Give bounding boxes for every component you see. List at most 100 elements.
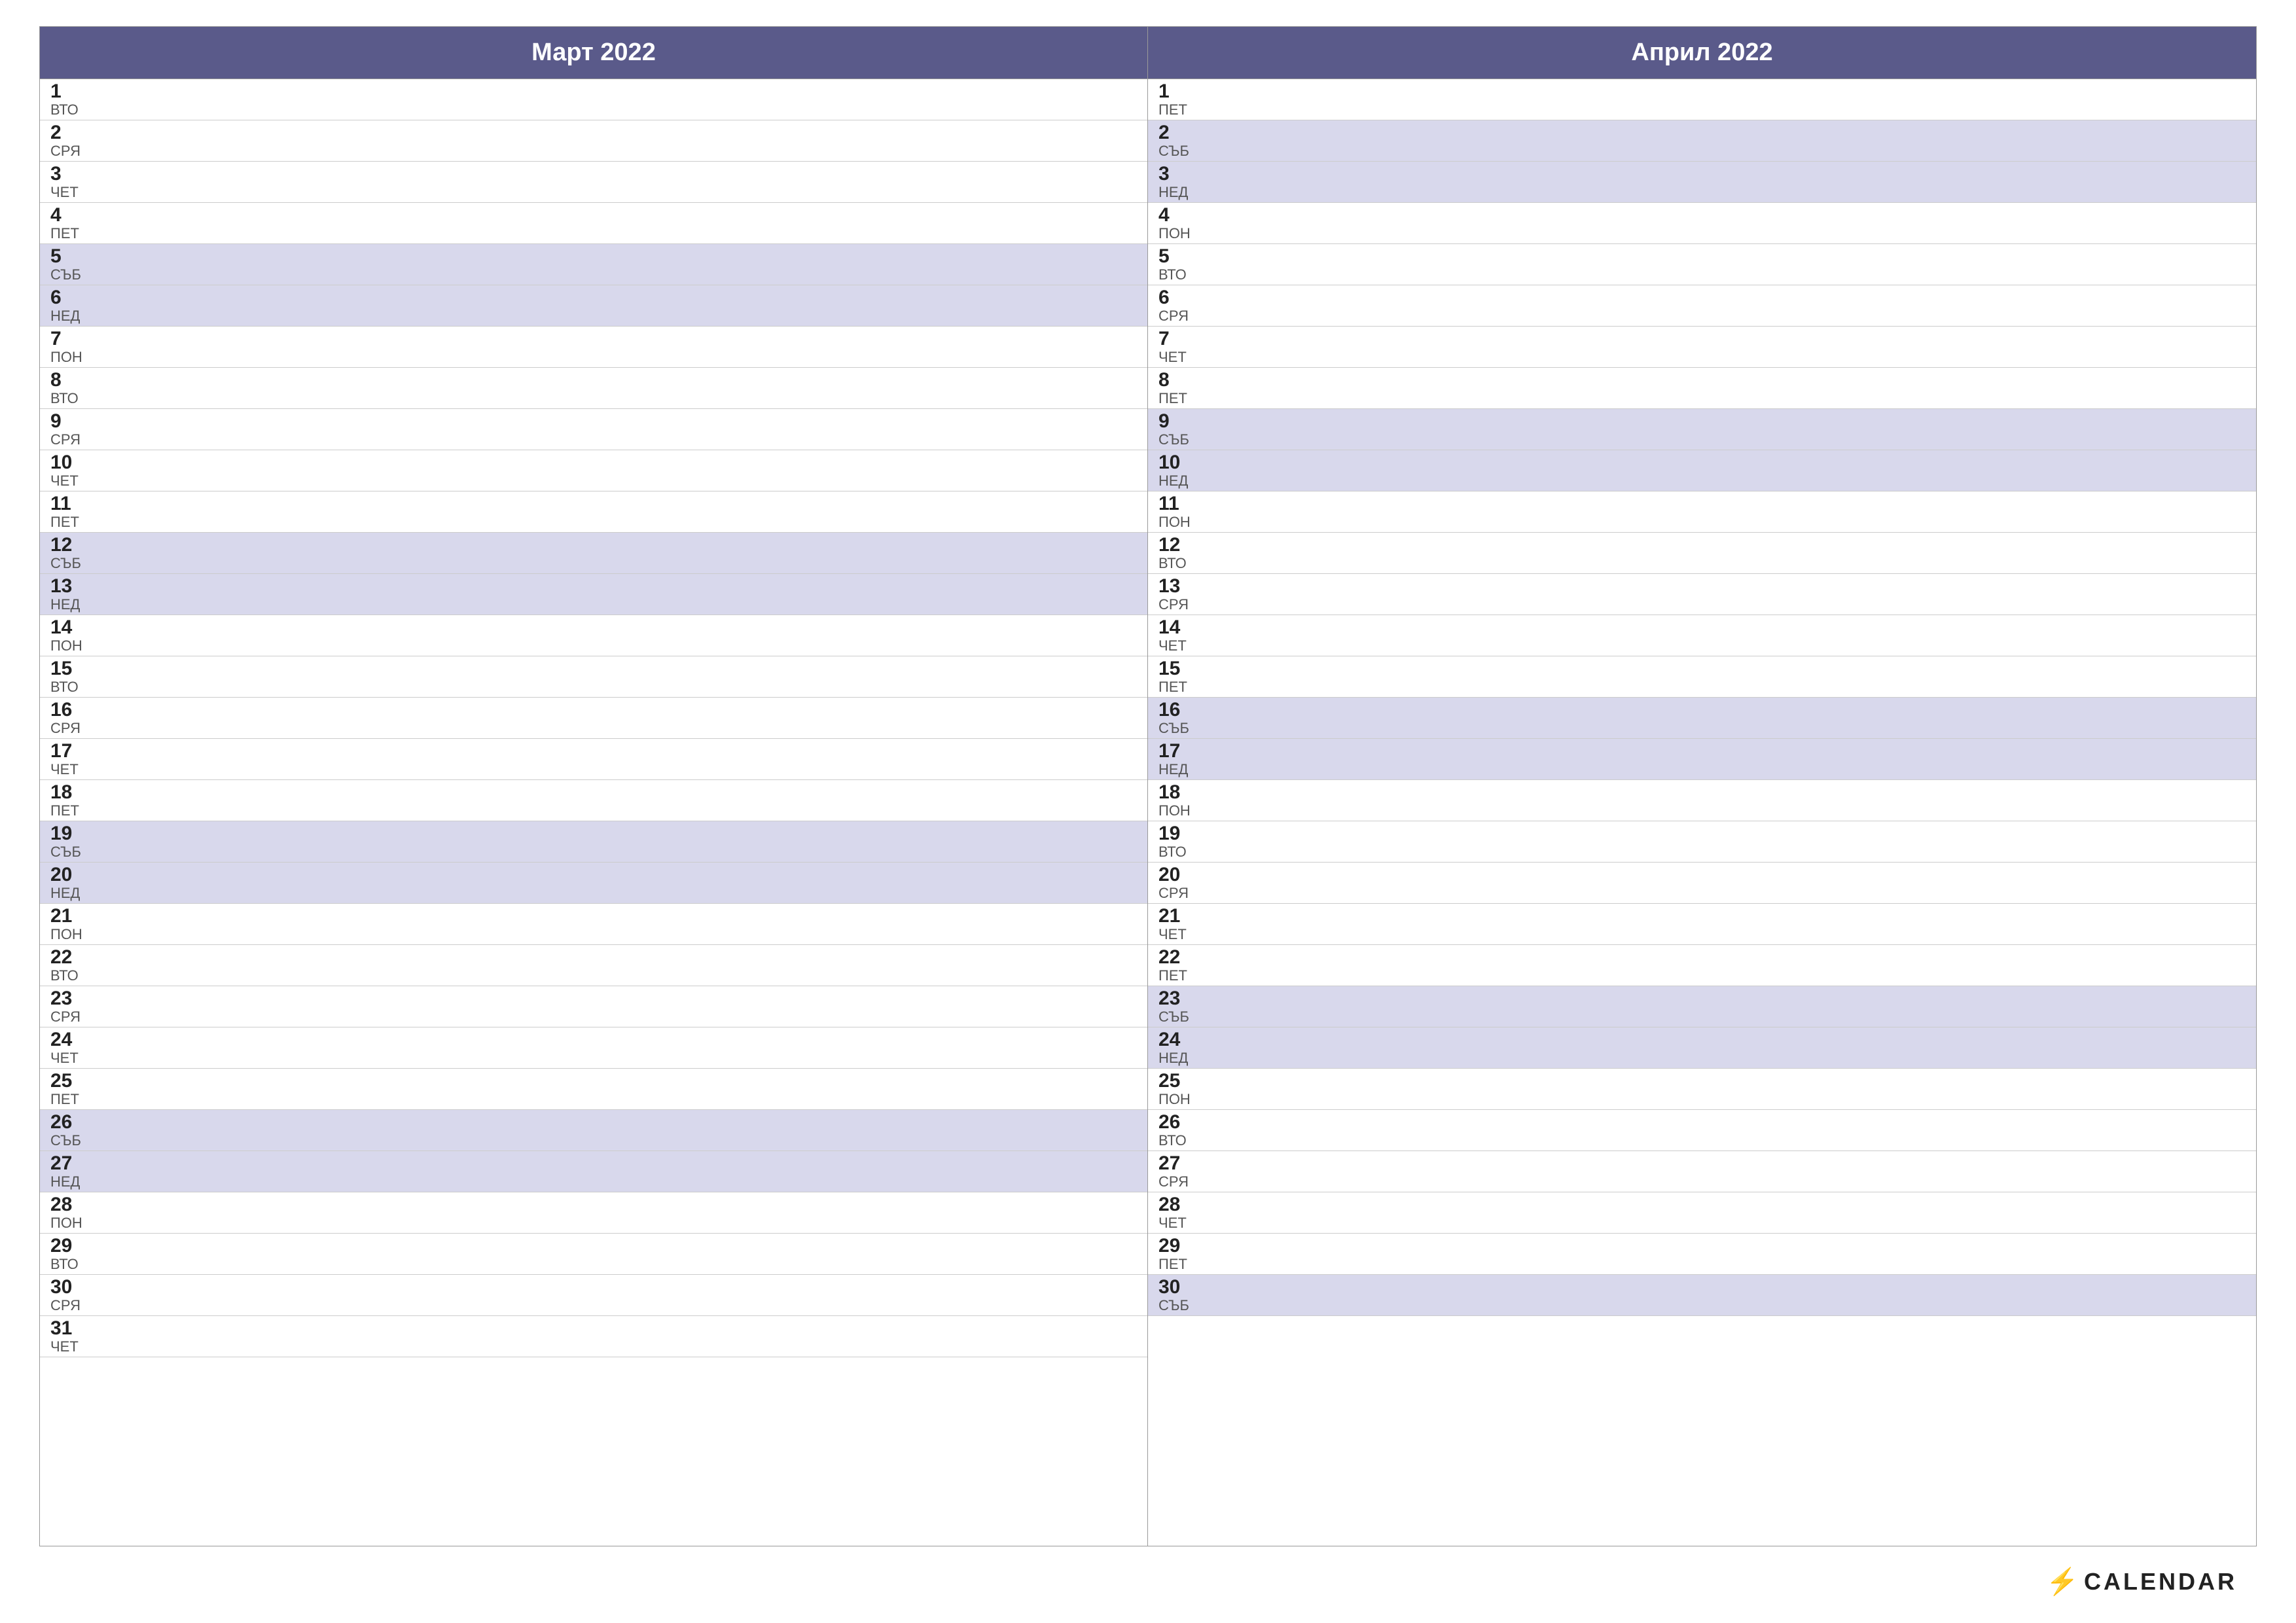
day-info: 23СЪБ xyxy=(1158,989,1191,1024)
day-name: СЪБ xyxy=(50,1133,83,1148)
day-name: ПЕТ xyxy=(1158,1257,1191,1272)
day-number: 20 xyxy=(1158,865,1191,885)
day-number: 12 xyxy=(1158,535,1191,555)
day-number: 7 xyxy=(1158,329,1191,349)
day-row: 25ПОН xyxy=(1148,1069,2256,1110)
day-name: ЧЕТ xyxy=(50,185,83,200)
day-number: 6 xyxy=(1158,288,1191,308)
day-row: 1ПЕТ xyxy=(1148,79,2256,120)
day-name: ПЕТ xyxy=(50,1092,83,1107)
day-info: 27НЕД xyxy=(50,1154,83,1189)
day-row: 14ЧЕТ xyxy=(1148,615,2256,656)
day-number: 6 xyxy=(50,288,83,308)
day-info: 4ПЕТ xyxy=(50,205,83,241)
day-row: 27СРЯ xyxy=(1148,1151,2256,1192)
day-name: ПОН xyxy=(50,927,83,942)
day-name: ПОН xyxy=(1158,1092,1191,1107)
day-name: ПЕТ xyxy=(50,804,83,818)
day-info: 14ЧЕТ xyxy=(1158,618,1191,653)
day-number: 26 xyxy=(50,1113,83,1132)
day-number: 13 xyxy=(50,577,83,596)
day-name: ПЕТ xyxy=(50,515,83,529)
day-row: 19СЪБ xyxy=(40,821,1147,863)
day-number: 18 xyxy=(1158,783,1191,802)
day-row: 13СРЯ xyxy=(1148,574,2256,615)
day-name: СЪБ xyxy=(50,268,83,282)
day-number: 1 xyxy=(50,82,83,101)
day-row: 28ЧЕТ xyxy=(1148,1192,2256,1234)
day-name: ЧЕТ xyxy=(50,1051,83,1065)
day-name: ЧЕТ xyxy=(1158,1216,1191,1230)
calendar-wrapper: Март 20221ВТО2СРЯ3ЧЕТ4ПЕТ5СЪБ6НЕД7ПОН8ВТ… xyxy=(39,26,2257,1546)
day-row: 29ВТО xyxy=(40,1234,1147,1275)
day-info: 30СЪБ xyxy=(1158,1277,1191,1313)
day-name: ПОН xyxy=(1158,515,1191,529)
day-info: 28ПОН xyxy=(50,1195,83,1230)
day-number: 9 xyxy=(50,412,83,431)
day-row: 31ЧЕТ xyxy=(40,1316,1147,1357)
day-name: ПЕТ xyxy=(1158,391,1191,406)
day-name: СРЯ xyxy=(50,721,83,736)
day-info: 29ПЕТ xyxy=(1158,1236,1191,1272)
day-number: 19 xyxy=(1158,824,1191,844)
day-info: 8ВТО xyxy=(50,370,83,406)
day-info: 19ВТО xyxy=(1158,824,1191,859)
day-name: НЕД xyxy=(50,886,83,901)
day-name: СРЯ xyxy=(1158,597,1191,612)
day-row: 30СРЯ xyxy=(40,1275,1147,1316)
day-name: ВТО xyxy=(50,680,83,694)
day-number: 19 xyxy=(50,824,83,844)
day-info: 8ПЕТ xyxy=(1158,370,1191,406)
day-number: 11 xyxy=(50,494,83,514)
day-number: 28 xyxy=(1158,1195,1191,1215)
day-info: 14ПОН xyxy=(50,618,83,653)
day-row: 16СЪБ xyxy=(1148,698,2256,739)
day-info: 15ВТО xyxy=(50,659,83,694)
day-name: СЪБ xyxy=(1158,1298,1191,1313)
day-info: 18ПОН xyxy=(1158,783,1191,818)
day-name: СЪБ xyxy=(50,556,83,571)
day-number: 21 xyxy=(50,906,83,926)
day-info: 22ПЕТ xyxy=(1158,948,1191,983)
day-row: 11ПЕТ xyxy=(40,491,1147,533)
day-number: 10 xyxy=(1158,453,1191,473)
day-name: СРЯ xyxy=(1158,1175,1191,1189)
day-row: 11ПОН xyxy=(1148,491,2256,533)
day-row: 2СРЯ xyxy=(40,120,1147,162)
day-name: ВТО xyxy=(1158,845,1191,859)
day-info: 9СЪБ xyxy=(1158,412,1191,447)
day-row: 24ЧЕТ xyxy=(40,1027,1147,1069)
day-number: 26 xyxy=(1158,1113,1191,1132)
day-info: 12ВТО xyxy=(1158,535,1191,571)
logo-area: ⚡ CALENDAR xyxy=(2046,1558,2257,1597)
day-name: СЪБ xyxy=(1158,433,1191,447)
day-info: 11ПОН xyxy=(1158,494,1191,529)
day-info: 25ПОН xyxy=(1158,1071,1191,1107)
page: Март 20221ВТО2СРЯ3ЧЕТ4ПЕТ5СЪБ6НЕД7ПОН8ВТ… xyxy=(0,0,2296,1623)
day-number: 25 xyxy=(1158,1071,1191,1091)
day-row: 4ПЕТ xyxy=(40,203,1147,244)
day-name: ПЕТ xyxy=(1158,969,1191,983)
day-number: 20 xyxy=(50,865,83,885)
day-info: 26ВТО xyxy=(1158,1113,1191,1148)
day-name: ПЕТ xyxy=(1158,103,1191,117)
day-info: 15ПЕТ xyxy=(1158,659,1191,694)
day-info: 21ЧЕТ xyxy=(1158,906,1191,942)
day-row: 26СЪБ xyxy=(40,1110,1147,1151)
day-info: 6НЕД xyxy=(50,288,83,323)
day-info: 24НЕД xyxy=(1158,1030,1191,1065)
day-name: ЧЕТ xyxy=(1158,927,1191,942)
day-info: 11ПЕТ xyxy=(50,494,83,529)
day-row: 20НЕД xyxy=(40,863,1147,904)
day-number: 14 xyxy=(1158,618,1191,637)
day-row: 23СЪБ xyxy=(1148,986,2256,1027)
day-number: 22 xyxy=(50,948,83,967)
day-info: 28ЧЕТ xyxy=(1158,1195,1191,1230)
day-info: 27СРЯ xyxy=(1158,1154,1191,1189)
day-number: 15 xyxy=(1158,659,1191,679)
day-row: 25ПЕТ xyxy=(40,1069,1147,1110)
day-name: СЪБ xyxy=(1158,1010,1191,1024)
day-number: 23 xyxy=(50,989,83,1008)
day-info: 2СРЯ xyxy=(50,123,83,158)
logo-icon: ⚡ xyxy=(2046,1566,2079,1597)
